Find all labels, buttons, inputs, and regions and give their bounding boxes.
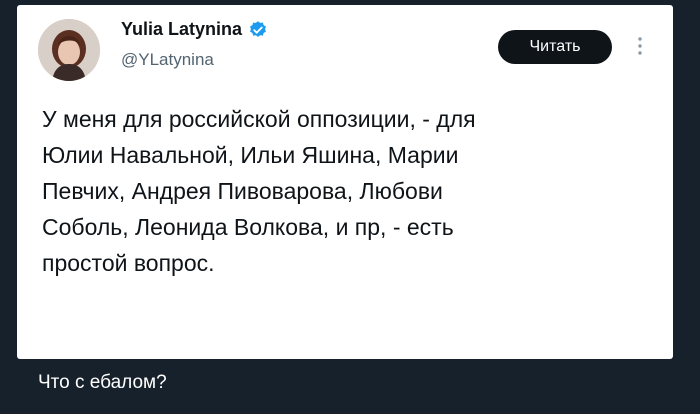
author-name-row[interactable]: Yulia Latynina bbox=[121, 19, 268, 40]
avatar-portrait-icon bbox=[38, 19, 100, 81]
author-name[interactable]: Yulia Latynina bbox=[121, 19, 242, 40]
tweet-text: У меня для российской оппозиции, - для Ю… bbox=[42, 106, 476, 276]
message-caption: Что с ебалом? bbox=[38, 372, 167, 393]
author-handle[interactable]: @YLatynina bbox=[121, 50, 214, 70]
more-options-icon[interactable] bbox=[633, 33, 647, 59]
tweet-screenshot-card[interactable]: Yulia Latynina @YLatynina Читать У меня … bbox=[17, 5, 673, 359]
follow-read-button[interactable]: Читать bbox=[498, 30, 612, 64]
verified-badge-icon bbox=[248, 20, 268, 40]
avatar[interactable] bbox=[38, 19, 100, 81]
chat-message: Yulia Latynina @YLatynina Читать У меня … bbox=[0, 0, 700, 414]
